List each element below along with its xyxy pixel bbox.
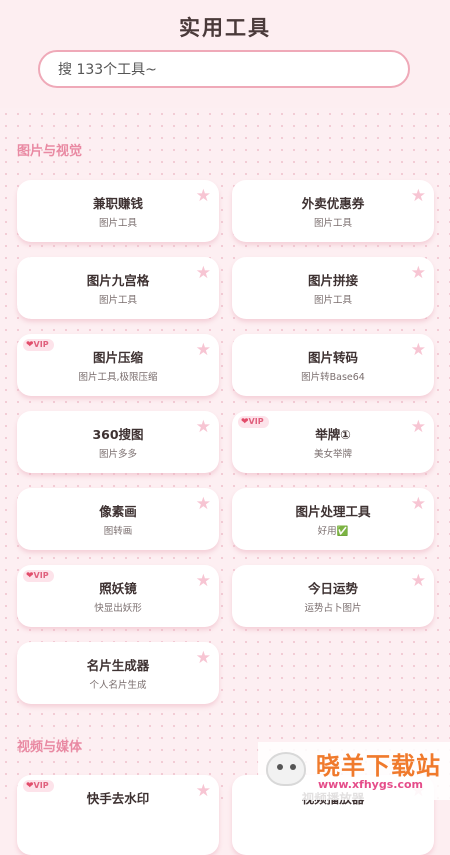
search-input[interactable] [56, 52, 390, 88]
card-subtitle: 图片多多 [98, 449, 137, 460]
card-subtitle: 图转画 [103, 526, 133, 537]
favorite-star-icon[interactable]: ★ [196, 186, 211, 206]
tool-card-image-transcode[interactable]: 图片转码 图片转Base64 ★ [232, 334, 434, 396]
favorite-star-icon[interactable]: ★ [411, 263, 426, 283]
site-watermark: 晓羊下载站 www.xfhygs.com [258, 742, 450, 800]
favorite-star-icon[interactable]: ★ [411, 494, 426, 514]
card-title: 像素画 [99, 504, 137, 519]
tool-card-takeout-coupon[interactable]: 外卖优惠券 图片工具 ★ [232, 180, 434, 242]
favorite-star-icon[interactable]: ★ [196, 417, 211, 437]
tool-card-image-processing[interactable]: 图片处理工具 好用✅ ★ [232, 488, 434, 550]
card-subtitle: 图片工具 [313, 295, 352, 306]
favorite-star-icon[interactable]: ★ [196, 648, 211, 668]
tool-card-image-stitch[interactable]: 图片拼接 图片工具 ★ [232, 257, 434, 319]
tool-card-kuaishou-watermark-remover[interactable]: ❤VIP 快手去水印 ★ [17, 775, 219, 855]
card-title: 兼职赚钱 [92, 196, 143, 211]
card-subtitle: 图片工具 [98, 218, 137, 229]
section-title-video: 视频与媒体 [17, 740, 83, 755]
card-subtitle: 图片工具 [98, 295, 137, 306]
watermark-url: www.xfhygs.com [318, 778, 423, 791]
card-subtitle: 图片工具,极限压缩 [78, 372, 158, 383]
favorite-star-icon[interactable]: ★ [196, 263, 211, 283]
card-subtitle: 运势占卜图片 [304, 603, 362, 614]
card-title: 外卖优惠券 [301, 196, 365, 211]
tool-list[interactable]: 图片与视觉 兼职赚钱 图片工具 ★ 外卖优惠券 图片工具 ★ 图片九宫格 图片工… [0, 108, 450, 855]
favorite-star-icon[interactable]: ★ [196, 781, 211, 801]
tool-card-image-grid[interactable]: 图片九宫格 图片工具 ★ [17, 257, 219, 319]
favorite-star-icon[interactable]: ★ [196, 494, 211, 514]
favorite-star-icon[interactable]: ★ [411, 571, 426, 591]
page-title: 实用工具 [179, 16, 271, 40]
card-title: 图片转码 [307, 350, 358, 365]
card-title: 照妖镜 [99, 581, 137, 596]
card-subtitle: 个人名片生成 [89, 680, 147, 691]
card-title: 图片拼接 [307, 273, 358, 288]
card-title: 图片九宫格 [86, 273, 150, 288]
tool-card-demon-mirror[interactable]: ❤VIP 照妖镜 快显出妖形 ★ [17, 565, 219, 627]
favorite-star-icon[interactable]: ★ [196, 571, 211, 591]
tool-card-business-card-maker[interactable]: 名片生成器 个人名片生成 ★ [17, 642, 219, 704]
card-title: 快手去水印 [86, 791, 150, 806]
tool-card-hold-sign[interactable]: ❤VIP 举牌① 美女举牌 ★ [232, 411, 434, 473]
tool-card-image-compress[interactable]: ❤VIP 图片压缩 图片工具,极限压缩 ★ [17, 334, 219, 396]
card-subtitle: 好用✅ [317, 526, 349, 537]
search-box[interactable] [38, 50, 410, 88]
favorite-star-icon[interactable]: ★ [411, 417, 426, 437]
card-title: 名片生成器 [86, 658, 150, 673]
header: 实用工具 [0, 0, 450, 108]
tool-card-part-time-earn[interactable]: 兼职赚钱 图片工具 ★ [17, 180, 219, 242]
tool-card-pixel-art[interactable]: 像素画 图转画 ★ [17, 488, 219, 550]
card-title: 图片压缩 [92, 350, 143, 365]
tool-card-daily-fortune[interactable]: 今日运势 运势占卜图片 ★ [232, 565, 434, 627]
card-subtitle: 美女举牌 [313, 449, 352, 460]
section-title-image: 图片与视觉 [17, 144, 83, 159]
card-subtitle: 图片工具 [313, 218, 352, 229]
favorite-star-icon[interactable]: ★ [196, 340, 211, 360]
card-subtitle: 快显出妖形 [94, 603, 142, 614]
card-title: 360搜图 [92, 427, 144, 442]
card-title: 举牌① [315, 427, 351, 442]
sheep-logo-icon [266, 752, 306, 786]
card-subtitle: 图片转Base64 [301, 372, 365, 383]
card-title: 今日运势 [307, 581, 358, 596]
tool-card-360-image-search[interactable]: 360搜图 图片多多 ★ [17, 411, 219, 473]
favorite-star-icon[interactable]: ★ [411, 186, 426, 206]
watermark-text: 晓羊下载站 [316, 752, 441, 780]
card-title: 图片处理工具 [295, 504, 371, 519]
favorite-star-icon[interactable]: ★ [411, 340, 426, 360]
